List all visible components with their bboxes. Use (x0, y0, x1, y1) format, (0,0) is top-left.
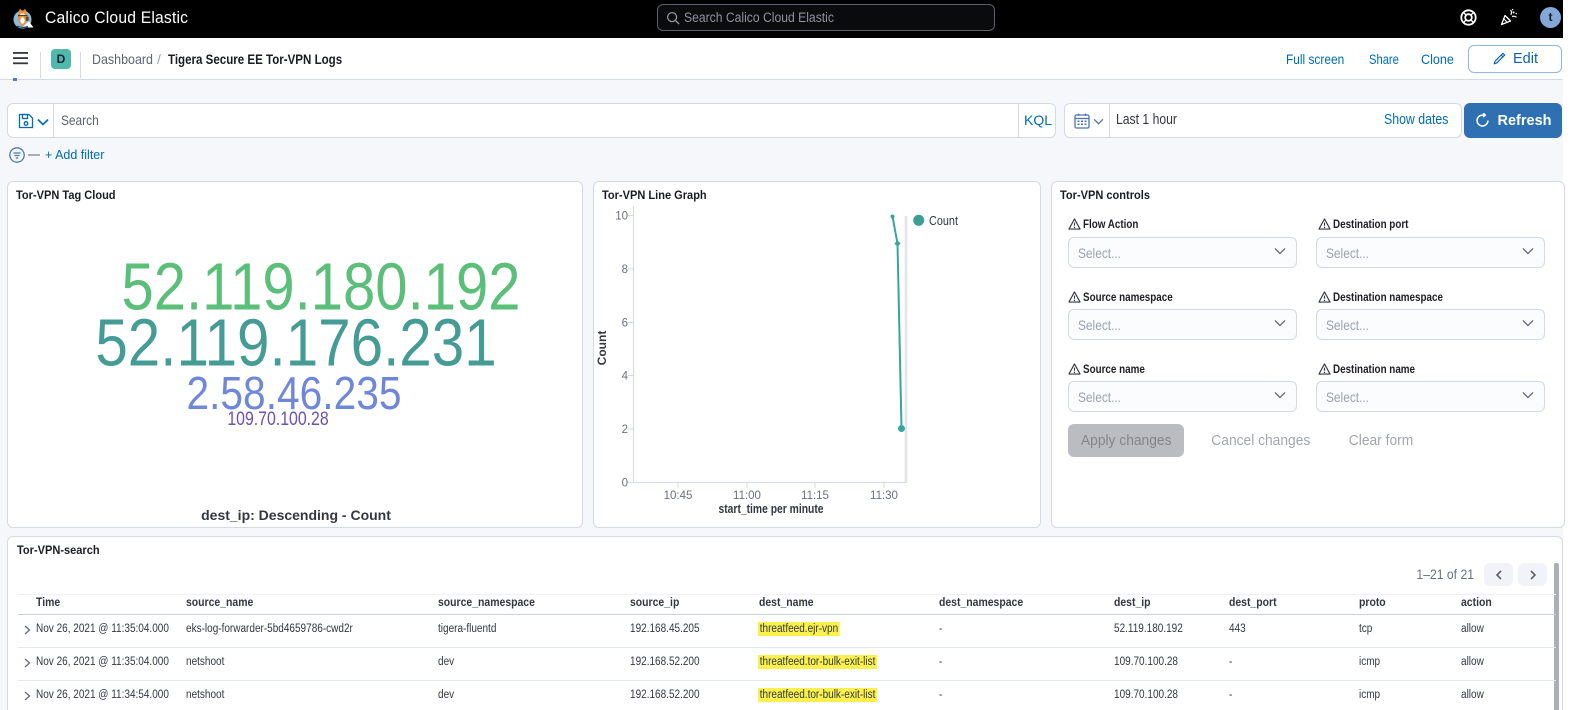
svg-text:0: 0 (622, 478, 628, 490)
svg-text:start_time per minute: start_time per minute (719, 502, 824, 516)
svg-text:11:15: 11:15 (801, 490, 829, 502)
svg-text:10: 10 (615, 211, 628, 223)
svg-text:11:00: 11:00 (733, 490, 761, 502)
svg-text:Count: Count (929, 213, 958, 228)
svg-text:11:30: 11:30 (870, 490, 898, 502)
svg-text:4: 4 (622, 371, 629, 383)
svg-text:8: 8 (622, 264, 628, 276)
svg-text:2: 2 (622, 424, 628, 436)
svg-text:6: 6 (622, 318, 628, 330)
svg-text:Count: Count (595, 331, 609, 366)
svg-text:10:45: 10:45 (664, 490, 693, 502)
